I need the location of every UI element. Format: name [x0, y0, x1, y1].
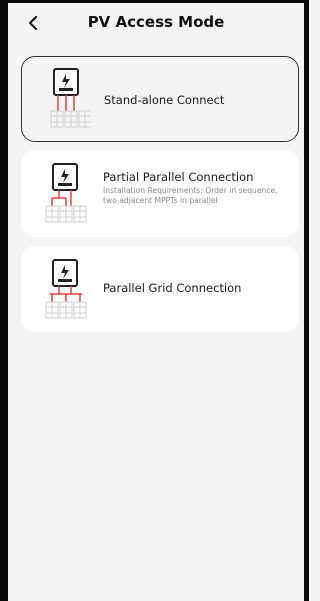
standalone-connection-icon: [50, 68, 90, 128]
option-parallel-grid-connection[interactable]: Parallel Grid Connection: [21, 246, 299, 332]
option-description: Installation Requirements: Order in sequ…: [103, 186, 278, 205]
option-standalone-connect[interactable]: Stand-alone Connect: [21, 56, 299, 142]
header: PV Access Mode: [8, 3, 304, 43]
option-partial-parallel-connection[interactable]: Partial Parallel Connection Installation…: [21, 150, 299, 237]
screen-frame-right: [304, 0, 309, 601]
screen-frame-left: [0, 0, 8, 601]
partial-parallel-connection-icon: [45, 163, 87, 223]
page-title: PV Access Mode: [87, 13, 225, 31]
parallel-grid-connection-icon: [45, 259, 87, 319]
option-label: Partial Parallel Connection: [103, 170, 254, 184]
option-label: Parallel Grid Connection: [103, 281, 242, 295]
option-label: Stand-alone Connect: [104, 93, 225, 107]
